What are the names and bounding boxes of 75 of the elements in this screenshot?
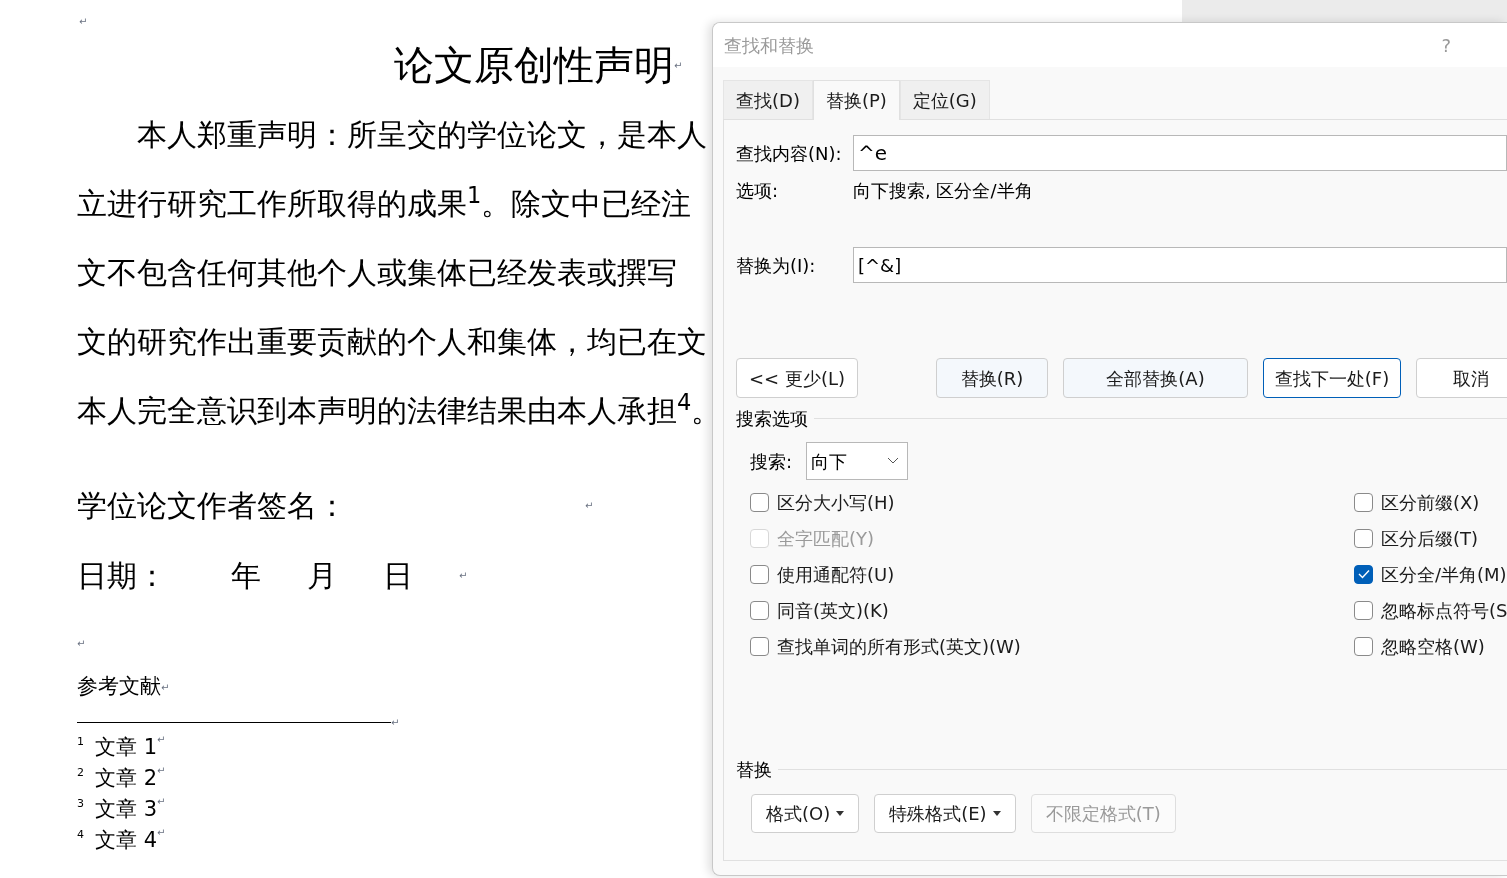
footnote-text: 文章 1 [95, 734, 158, 761]
find-field[interactable]: ^e [853, 135, 1507, 171]
footnote-text: 文章 3 [95, 796, 158, 823]
date-text: 年 [231, 556, 261, 595]
paragraph-mark: ↵ [391, 715, 400, 730]
field-label: 替换为(I): [736, 253, 817, 278]
signature-line: 学位论文作者签名： [77, 486, 348, 525]
dialog-button[interactable]: 替换(R) [936, 358, 1048, 398]
field-label: 查找内容(N): [736, 141, 843, 166]
checkbox[interactable] [1354, 600, 1373, 620]
date-text: 日 [383, 556, 413, 595]
checkbox[interactable] [1354, 528, 1373, 548]
options-summary: 向下搜索, 区分全/半角 [853, 178, 1033, 203]
chevron-down-icon [887, 457, 900, 465]
paragraph-mark: ↵ [79, 16, 88, 27]
replace-field[interactable]: [^&] [853, 247, 1507, 283]
dialog-button[interactable]: 查找下一处(F) [1263, 358, 1401, 398]
options-label: 选项: [736, 178, 780, 203]
references-heading: 参考文献 [77, 673, 161, 701]
format-button[interactable]: 特殊格式(E) [874, 794, 1016, 833]
checkbox-label: 区分大小写(H) [777, 490, 895, 515]
tab[interactable]: 定位(G) [899, 80, 990, 119]
tab[interactable]: 查找(D) [723, 80, 813, 119]
paragraph-mark: ↵ [157, 764, 166, 776]
paragraph-mark: ↵ [157, 826, 166, 838]
caret-icon [992, 811, 1001, 816]
checkbox-label: 区分后缀(T) [1381, 526, 1479, 551]
footnote-number: 2 [77, 765, 85, 781]
document-title: 论文原创性声明 [394, 41, 674, 90]
checkbox-label: 区分前缀(X) [1381, 490, 1480, 515]
check-icon [1357, 569, 1370, 579]
checkbox[interactable] [750, 636, 769, 656]
paragraph-mark: ↵ [674, 58, 683, 73]
checkbox[interactable] [750, 492, 769, 512]
checkbox-label: 区分全/半角(M) [1381, 562, 1507, 587]
direction-select[interactable]: 向下 [806, 442, 909, 480]
group-title: 替换 [736, 757, 772, 782]
footnote-text: 文章 2 [95, 765, 158, 792]
paragraph-mark: ↵ [77, 638, 86, 649]
paragraph-mark: ↵ [161, 681, 170, 693]
paragraph-mark: ↵ [157, 733, 166, 745]
checkbox-label: 忽略空格(W) [1381, 634, 1485, 659]
footnote-number: 1 [77, 734, 85, 750]
date-text: 月 [307, 556, 337, 595]
date-text: 日期： [77, 556, 167, 595]
checkbox-label: 查找单词的所有形式(英文)(W) [777, 634, 1021, 659]
tab[interactable]: 替换(P) [812, 80, 900, 120]
dialog-title: 查找和替换 [724, 33, 814, 58]
paragraph-mark: ↵ [459, 568, 468, 583]
checkbox[interactable] [1354, 492, 1373, 512]
search-label: 搜索: [750, 449, 793, 474]
body-text: 本人完全意识到本声明的法律结果由本人承担$^{4}$。 [77, 388, 712, 430]
checkbox[interactable] [750, 564, 769, 584]
body-text: 本人郑重声明：所呈交的学位论文，是本人 [137, 116, 707, 154]
paragraph-mark: ↵ [157, 795, 166, 807]
body-text: 文的研究作出重要贡献的个人和集体，均已在文 [77, 323, 707, 361]
dialog-button[interactable]: 全部替换(A) [1063, 358, 1248, 398]
caret-icon [836, 811, 845, 816]
footnote-number: 3 [77, 796, 85, 812]
footnote-number: 4 [77, 827, 85, 843]
paragraph-mark: ↵ [585, 498, 594, 513]
format-button[interactable]: 格式(O) [751, 794, 860, 833]
body-text: 立进行研究工作所取得的成果$^{1}$。除文中已经注 [77, 181, 692, 223]
checkbox-label: 使用通配符(U) [777, 562, 895, 587]
checkbox-label: 同音(英文)(K) [777, 598, 889, 623]
checkbox[interactable] [1354, 564, 1373, 584]
checkbox[interactable] [1354, 636, 1373, 656]
body-text: 文不包含任何其他个人或集体已经发表或撰写 [77, 254, 677, 292]
dialog-button[interactable]: << 更少(L) [736, 358, 858, 398]
checkbox[interactable] [750, 600, 769, 620]
footnote-text: 文章 4 [95, 827, 158, 854]
checkbox-label: 忽略标点符号(S [1381, 598, 1507, 623]
group-title: 搜索选项 [736, 406, 808, 431]
checkbox-label: 全字匹配(Y) [777, 526, 875, 551]
dialog-button[interactable]: 取消 [1416, 358, 1507, 398]
